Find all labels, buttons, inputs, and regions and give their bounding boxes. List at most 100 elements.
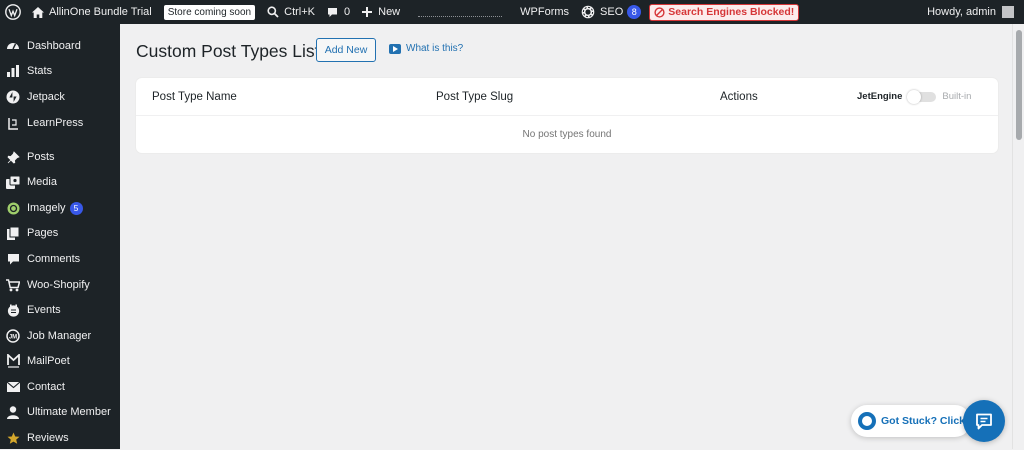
source-toggle-switch[interactable]: [907, 89, 937, 104]
imagely-icon: [6, 201, 20, 215]
sidebar-item-label: Woo-Shopify: [27, 279, 90, 291]
new-label: New: [378, 6, 401, 18]
shortcut-label: Ctrl+K: [284, 6, 315, 18]
sidebar-item-posts[interactable]: Posts: [0, 145, 120, 169]
search-icon: [267, 6, 279, 18]
sidebar-item-label: Imagely: [27, 202, 66, 214]
chat-icon: [975, 413, 993, 430]
new-content-link[interactable]: New: [356, 0, 406, 24]
comment-bubble-icon: [327, 7, 338, 18]
seo-label: SEO: [600, 6, 624, 18]
scrollbar-thumb[interactable]: [1016, 30, 1022, 140]
sidebar-item-label: Pages: [27, 227, 59, 239]
main-content: Custom Post Types List Add New What is t…: [120, 24, 1012, 449]
wpforms-label: WPForms: [520, 6, 570, 18]
sidebar-item-woo-shopify[interactable]: Woo-Shopify: [0, 273, 120, 297]
dashboard-icon: [6, 39, 20, 53]
job-manager-icon: JM: [6, 329, 20, 343]
whats-this-link[interactable]: What is this?: [389, 43, 463, 54]
chat-button[interactable]: [963, 400, 1005, 442]
wpforms-link[interactable]: WPForms: [514, 0, 575, 24]
sidebar-item-dashboard[interactable]: Dashboard: [0, 34, 120, 58]
sidebar-item-label: Dashboard: [27, 40, 81, 52]
sidebar-item-pages[interactable]: Pages: [0, 221, 120, 245]
column-header-actions: Actions: [720, 91, 758, 103]
sidebar-item-imagely[interactable]: Imagely 5: [0, 196, 120, 220]
page-scrollbar[interactable]: [1012, 24, 1024, 449]
pin-icon: [6, 150, 20, 164]
home-icon: [32, 6, 44, 18]
sidebar-item-label: Comments: [27, 253, 81, 265]
sidebar-item-jetpack[interactable]: Jetpack: [0, 85, 120, 109]
video-play-icon: [389, 43, 401, 54]
store-coming-soon-badge: Store coming soon: [163, 4, 256, 20]
search-engines-blocked-badge: Search Engines Blocked!: [649, 3, 800, 21]
pages-icon: [6, 226, 20, 240]
sidebar-item-label: Job Manager: [27, 330, 92, 342]
source-toggle: JetEngine Built-in: [857, 89, 972, 104]
sidebar-item-contact[interactable]: Contact: [0, 375, 120, 399]
learnpress-icon: [6, 116, 20, 130]
plus-icon: [362, 7, 373, 17]
sidebar-item-label: MailPoet: [27, 355, 70, 367]
site-name-link[interactable]: AllinOne Bundle Trial: [26, 0, 158, 24]
sidebar-item-events[interactable]: Events: [0, 298, 120, 322]
got-stuck-label: Got Stuck? Click: [881, 415, 966, 427]
sidebar-item-job-manager[interactable]: JM Job Manager: [0, 324, 120, 348]
admin-sidebar: Dashboard Stats Jetpack LearnPress Posts…: [0, 24, 120, 449]
sidebar-item-label: Events: [27, 304, 61, 316]
sidebar-item-label: Contact: [27, 381, 65, 393]
post-types-table: Post Type Name Post Type Slug Actions Je…: [136, 78, 998, 153]
comments-icon: [6, 252, 20, 266]
imagely-notification-badge: 5: [69, 201, 83, 215]
comments-link[interactable]: 0: [321, 0, 356, 24]
sidebar-item-learnpress[interactable]: LearnPress: [0, 111, 120, 135]
sidebar-item-label: Ultimate Member: [27, 406, 111, 418]
admin-bar: AllinOne Bundle Trial Store coming soon …: [0, 0, 1024, 24]
search-engines-blocked-notice[interactable]: Search Engines Blocked!: [647, 0, 801, 24]
seo-menu[interactable]: SEO 8: [575, 0, 647, 24]
sidebar-item-label: LearnPress: [27, 117, 84, 129]
sidebar-item-mailpoet[interactable]: MailPoet: [0, 349, 120, 373]
wordpress-logo-icon[interactable]: [0, 0, 26, 24]
whats-this-label: What is this?: [406, 43, 464, 54]
empty-admin-bar-slot[interactable]: [406, 0, 514, 24]
media-icon: [6, 175, 20, 189]
blocked-label: Search Engines Blocked!: [668, 6, 795, 18]
sidebar-item-reviews[interactable]: Reviews: [0, 426, 120, 450]
star-icon: [6, 431, 20, 445]
got-stuck-help-button[interactable]: Got Stuck? Click: [851, 405, 971, 437]
mail-icon: [6, 380, 20, 394]
dotted-placeholder: [418, 7, 503, 17]
table-header: Post Type Name Post Type Slug Actions Je…: [136, 78, 998, 116]
cart-icon: [6, 278, 20, 292]
sidebar-item-media[interactable]: Media: [0, 170, 120, 194]
toggle-label-built-in: Built-in: [942, 91, 972, 102]
column-header-slug: Post Type Slug: [436, 91, 514, 103]
lifebuoy-icon: [858, 412, 876, 430]
sidebar-item-stats[interactable]: Stats: [0, 59, 120, 83]
comments-count: 0: [344, 6, 351, 18]
seo-notification-count: 8: [627, 5, 642, 19]
sidebar-item-ultimate-member[interactable]: Ultimate Member: [0, 400, 120, 424]
account-menu[interactable]: Howdy, admin: [927, 6, 1024, 18]
avatar: [1002, 6, 1014, 18]
empty-state-message: No post types found: [522, 129, 612, 140]
user-icon: [6, 405, 20, 419]
toggle-label-jetengine: JetEngine: [857, 91, 903, 102]
seo-gear-icon: [581, 5, 595, 19]
blocked-circle-icon: [654, 6, 665, 18]
command-palette-button[interactable]: Ctrl+K: [261, 0, 321, 24]
sidebar-item-label: Reviews: [27, 432, 69, 444]
svg-text:JM: JM: [9, 334, 17, 340]
site-name: AllinOne Bundle Trial: [49, 6, 152, 18]
page-title: Custom Post Types List: [136, 41, 320, 61]
sidebar-item-comments[interactable]: Comments: [0, 247, 120, 271]
stats-icon: [6, 64, 20, 78]
sidebar-item-label: Media: [27, 176, 57, 188]
store-status-link[interactable]: Store coming soon: [158, 0, 261, 24]
add-new-button[interactable]: Add New: [316, 38, 376, 62]
jetpack-icon: [6, 90, 20, 104]
howdy-label: Howdy, admin: [927, 6, 996, 18]
calendar-icon: [6, 303, 20, 317]
